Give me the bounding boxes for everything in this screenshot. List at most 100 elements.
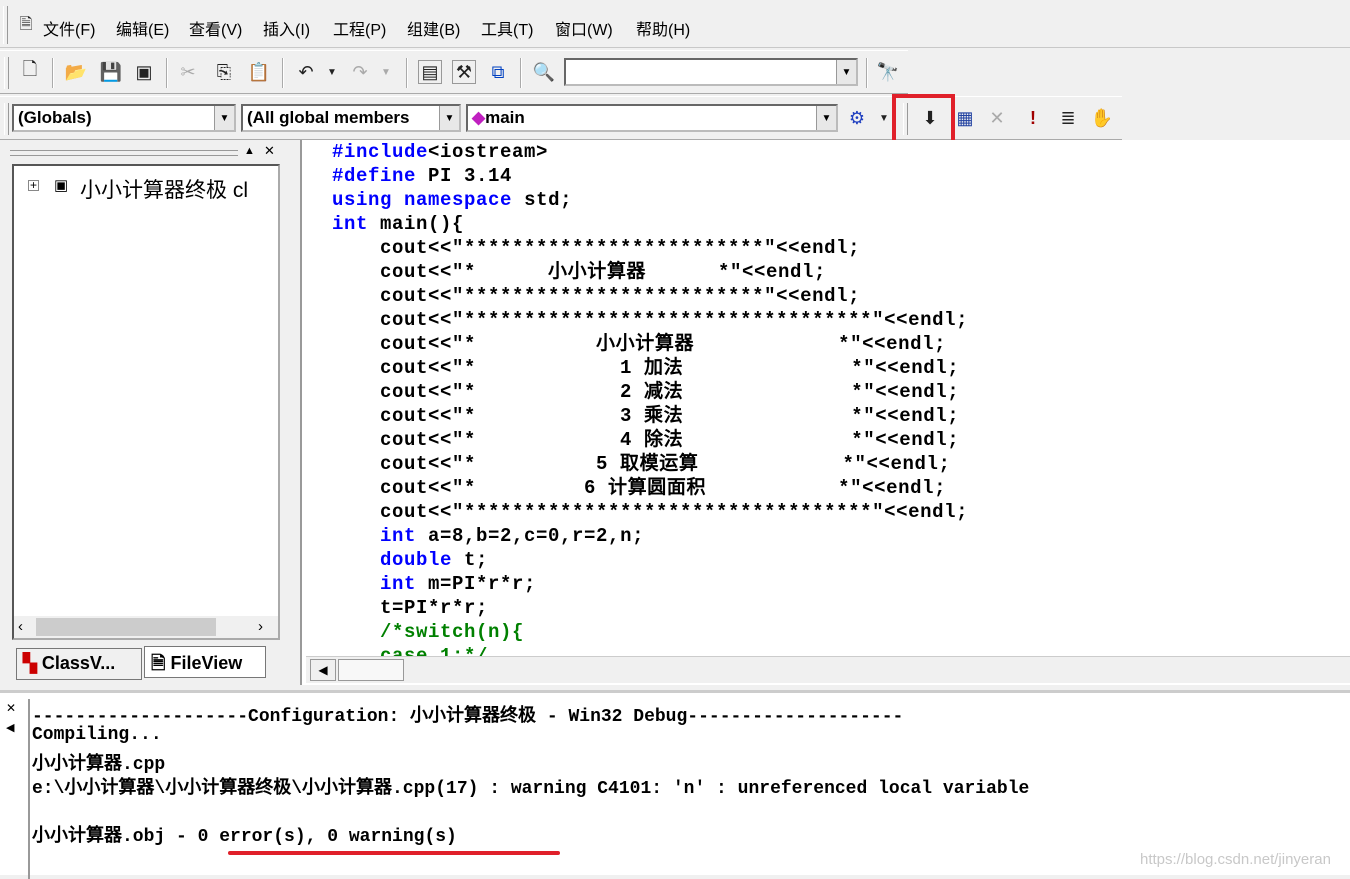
- menu-item[interactable]: 组建(B): [407, 16, 460, 40]
- panel-grip[interactable]: ◀: [6, 721, 14, 734]
- keyword: using: [332, 189, 393, 211]
- paste-icon[interactable]: 📋: [247, 60, 271, 84]
- close-icon[interactable]: ✕: [264, 143, 275, 159]
- scroll-right-icon[interactable]: ›: [258, 618, 263, 635]
- members-combo[interactable]: (All global members ▼: [241, 104, 461, 132]
- code-text: cout<<"*********************************…: [332, 309, 969, 331]
- function-icon: ◆: [472, 108, 486, 127]
- code-line: cout<<"* 2 减法 *"<<endl;: [332, 380, 959, 404]
- menu-item[interactable]: 查看(V): [189, 16, 242, 40]
- chevron-down-icon[interactable]: ▼: [816, 106, 836, 130]
- tree-item-project[interactable]: 小小计算器终极 cl: [80, 174, 248, 204]
- code-line: cout<<"* 5 取模运算 *"<<endl;: [332, 452, 950, 476]
- code-line: cout<<"* 6 计算圆面积 *"<<endl;: [332, 476, 946, 500]
- menu-item[interactable]: 编辑(E): [116, 16, 169, 40]
- watermark: https://blog.csdn.net/jinyeran: [1140, 851, 1331, 868]
- menu-item[interactable]: 插入(I): [263, 16, 310, 40]
- code-line: int m=PI*r*r;: [332, 572, 536, 596]
- chevron-down-icon[interactable]: ▼: [214, 106, 234, 130]
- find-in-files-icon[interactable]: 🔍: [532, 60, 556, 84]
- underline-highlight: [228, 851, 560, 855]
- scroll-thumb[interactable]: [338, 659, 404, 681]
- menu-item[interactable]: 工具(T): [481, 16, 533, 40]
- code-line: cout<<"*********************************…: [332, 500, 968, 524]
- code-line: int main(){: [332, 212, 464, 236]
- code-text: main(){: [368, 213, 465, 235]
- search-help-icon[interactable]: 🔭: [876, 60, 900, 84]
- keyword: int: [380, 573, 417, 595]
- open-folder-icon[interactable]: 📂: [64, 60, 88, 84]
- separator: [406, 58, 408, 88]
- code-text: a=8,b=2,c=0,r=2,n;: [416, 525, 645, 547]
- close-icon[interactable]: ✕: [6, 701, 16, 715]
- code-line: #include<iostream>: [332, 140, 548, 164]
- code-text: cout<<"*************************"<<endl;: [332, 285, 861, 307]
- undo-icon[interactable]: ↶: [294, 60, 318, 84]
- find-combo[interactable]: ▼: [564, 58, 858, 86]
- chevron-down-icon[interactable]: ▼: [439, 106, 459, 130]
- menu-item[interactable]: 帮助(H): [636, 16, 690, 40]
- stop-build-icon[interactable]: ✕: [985, 106, 1009, 130]
- output-window-icon[interactable]: ⚒: [452, 60, 476, 84]
- code-text: cout<<"*************************"<<endl;: [332, 237, 861, 259]
- scroll-left-icon[interactable]: ‹: [18, 618, 23, 635]
- horizontal-scrollbar[interactable]: ‹ ›: [14, 616, 278, 638]
- code-text: m=PI*r*r;: [416, 573, 537, 595]
- cut-icon[interactable]: ✂: [176, 60, 200, 84]
- save-icon[interactable]: 💾: [99, 60, 123, 84]
- workspace-icon[interactable]: ▤: [418, 60, 442, 84]
- output-line: 小小计算器.cpp: [32, 755, 166, 775]
- separator: [52, 58, 54, 88]
- members-value: (All global members: [247, 108, 410, 127]
- menu-item[interactable]: 窗口(W): [555, 16, 613, 40]
- editor-horizontal-scrollbar[interactable]: ◀: [306, 656, 1350, 683]
- expand-icon[interactable]: +: [28, 179, 39, 191]
- breakpoint-hand-icon[interactable]: ✋: [1090, 106, 1114, 130]
- keyword: namespace: [404, 189, 513, 211]
- panel-grip[interactable]: [10, 150, 238, 156]
- new-file-icon[interactable]: 🗋: [18, 59, 42, 84]
- menu-item[interactable]: 文件(F): [43, 16, 95, 40]
- window-list-icon[interactable]: ⧉: [486, 60, 510, 84]
- keyword: #include: [332, 141, 429, 163]
- wizard-bar-actions-icon[interactable]: ⚙: [845, 106, 869, 130]
- toolbar-grip[interactable]: [4, 103, 9, 135]
- code-line: #define PI 3.14: [332, 164, 512, 188]
- toolbar-grip[interactable]: [4, 57, 9, 89]
- output-line: e:\小小计算器\小小计算器终极\小小计算器.cpp(17) : warning…: [32, 779, 1030, 799]
- keyword: #define: [332, 165, 417, 187]
- function-combo[interactable]: ◆main ▼: [466, 104, 838, 132]
- menu-grip[interactable]: [3, 6, 8, 44]
- code-line: /*switch(n){: [332, 620, 524, 644]
- code-text: cout<<"* 小小计算器 *"<<endl;: [332, 333, 947, 355]
- output-line: 小小计算器.obj - 0 error(s), 0 warning(s): [32, 827, 457, 847]
- build-icon[interactable]: ▦: [953, 106, 977, 130]
- tab-classview[interactable]: ▚ ClassV...: [16, 648, 142, 680]
- code-line: t=PI*r*r;: [332, 596, 488, 620]
- undo-dropdown-icon[interactable]: ▼: [320, 60, 344, 84]
- redo-dropdown-icon[interactable]: ▼: [374, 60, 398, 84]
- document-icon[interactable]: 🗎: [14, 14, 38, 38]
- go-icon[interactable]: ≣: [1056, 106, 1080, 130]
- execute-icon[interactable]: !: [1021, 106, 1045, 130]
- code-text: cout<<"* 4 除法 *"<<endl;: [332, 429, 960, 451]
- keyword: double: [380, 549, 453, 571]
- copy-icon[interactable]: ⎘: [212, 60, 236, 84]
- code-text: cout<<"* 1 加法 *"<<endl;: [332, 357, 960, 379]
- scope-combo[interactable]: (Globals) ▼: [12, 104, 236, 132]
- chevron-down-icon[interactable]: ▼: [836, 60, 856, 84]
- scroll-thumb[interactable]: [36, 618, 216, 636]
- code-editor[interactable]: #include<iostream> #define PI 3.14 using n…: [300, 140, 1350, 685]
- tab-fileview[interactable]: 🗎 FileView: [144, 646, 266, 678]
- code-text: cout<<"* 5 取模运算 *"<<endl;: [332, 453, 951, 475]
- code-line: cout<<"* 3 乘法 *"<<endl;: [332, 404, 959, 428]
- code-text: t=PI*r*r;: [332, 597, 489, 619]
- redo-icon[interactable]: ↷: [348, 60, 372, 84]
- scroll-left-icon[interactable]: ◀: [310, 659, 336, 681]
- maximize-icon[interactable]: ▲: [244, 145, 255, 157]
- menu-item[interactable]: 工程(P): [333, 16, 386, 40]
- save-all-icon[interactable]: ▣: [132, 60, 156, 84]
